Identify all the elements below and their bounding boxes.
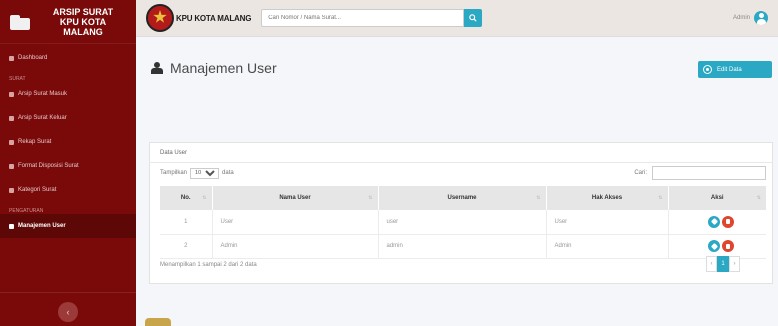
header-nama-user[interactable]: Nama User ⇅ — [211, 186, 378, 210]
show-label: Tampilkan — [160, 170, 188, 176]
pagination-prev[interactable]: ‹ — [706, 256, 717, 272]
delete-icon[interactable] — [722, 240, 735, 252]
header-hak-akses[interactable]: Hak Akses ⇅ — [545, 186, 668, 210]
sort-icon: ⇅ — [536, 195, 541, 201]
sidebar-item-arsip-keluar[interactable]: Arsip Surat Keluar — [0, 106, 136, 130]
sort-icon: ⇅ — [202, 195, 207, 201]
cell-nama-user: User — [211, 210, 378, 234]
cell-nama-user: Admin — [211, 234, 378, 258]
sidebar-toggle-button[interactable]: ‹ — [58, 302, 78, 322]
document-icon — [9, 163, 14, 169]
cell-username: admin — [377, 234, 546, 258]
row-actions — [677, 240, 767, 252]
edit-data-button[interactable]: Edit Data — [698, 61, 772, 78]
top-search — [261, 9, 483, 27]
cell-aksi — [667, 234, 767, 258]
report-icon — [9, 139, 14, 145]
kpu-logo — [144, 2, 184, 34]
sort-icon: ⇅ — [756, 195, 761, 201]
pagination-page-1[interactable]: 1 — [717, 256, 729, 272]
sidebar-heading-surat: SURAT — [9, 76, 26, 82]
cell-no: 1 — [184, 218, 188, 225]
page-length-select[interactable]: 10 — [190, 167, 220, 179]
org-name: KPU KOTA MALANG — [176, 13, 252, 23]
table-header-row: No. ⇅ Nama User ⇅ Username ⇅ Hak Akses ⇅ Aks… — [160, 186, 766, 210]
header-username[interactable]: Username ⇅ — [377, 186, 546, 210]
show-suffix: data — [222, 170, 234, 176]
tag-icon — [9, 187, 14, 193]
sidebar-item-dashboard[interactable]: Dashboard — [0, 46, 136, 70]
user-name: Admin — [732, 15, 750, 21]
header-aksi[interactable]: Aksi ⇅ — [667, 186, 766, 210]
brand[interactable]: ARSIP SURAT KPU KOTA MALANG — [0, 0, 136, 44]
delete-icon[interactable] — [722, 215, 735, 228]
table-search-label: Cari: — [634, 170, 647, 176]
sidebar-item-kategori[interactable]: Kategori Surat — [0, 178, 136, 202]
header-no[interactable]: No. ⇅ — [160, 186, 212, 210]
folder-icon — [10, 13, 32, 31]
decorative-tab — [145, 318, 171, 326]
chevron-left-icon: ‹ — [66, 307, 70, 317]
inbox-icon — [9, 91, 14, 97]
cell-aksi — [667, 210, 767, 234]
topbar: KPU KOTA MALANG Admin — [136, 0, 778, 37]
search-input[interactable] — [261, 9, 465, 27]
row-actions — [677, 215, 767, 228]
edit-icon[interactable] — [708, 240, 721, 252]
edit-icon[interactable] — [708, 215, 721, 228]
user-table: No. ⇅ Nama User ⇅ Username ⇅ Hak Akses ⇅ Aks… — [160, 186, 766, 259]
sort-icon: ⇅ — [658, 195, 663, 201]
gear-icon — [704, 66, 711, 73]
cell-hak-akses: User — [545, 210, 668, 234]
sidebar-heading-pengaturan: PENGATURAN — [9, 208, 44, 214]
table-row: 2 Admin admin Admin — [160, 234, 766, 258]
avatar-icon — [754, 11, 768, 25]
pagination-next[interactable]: › — [729, 256, 740, 272]
user-icon — [151, 62, 163, 74]
table-info: Menampilkan 1 sampai 2 dari 2 data — [160, 262, 257, 268]
user-icon — [9, 223, 14, 229]
sidebar: ARSIP SURAT KPU KOTA MALANG Dashboard SU… — [0, 0, 136, 326]
search-button[interactable] — [464, 9, 483, 27]
sidebar-item-format-disposisi[interactable]: Format Disposisi Surat — [0, 154, 136, 178]
sort-icon: ⇅ — [368, 195, 373, 201]
sidebar-item-manajemen-user[interactable]: Manajemen User — [0, 214, 136, 238]
sidebar-item-rekap[interactable]: Rekap Surat — [0, 130, 136, 154]
table-controls: Tampilkan 10 data Cari: — [160, 166, 766, 180]
table-row: 1 User user User — [160, 210, 766, 234]
brand-title: ARSIP SURAT KPU KOTA MALANG — [52, 6, 114, 37]
search-icon — [469, 14, 477, 22]
sidebar-divider — [0, 292, 136, 293]
cell-no: 2 — [184, 243, 188, 249]
user-menu[interactable]: Admin — [733, 11, 768, 25]
dashboard-icon — [9, 55, 14, 61]
outbox-icon — [9, 115, 14, 121]
cell-username: user — [377, 210, 546, 234]
page-title: Manajemen User — [151, 60, 277, 76]
pagination: ‹ 1 › — [706, 256, 740, 272]
table-search-input[interactable] — [652, 166, 766, 180]
panel-title: Data User — [149, 143, 773, 163]
sidebar-item-arsip-masuk[interactable]: Arsip Surat Masuk — [0, 82, 136, 106]
cell-hak-akses: Admin — [545, 234, 668, 258]
